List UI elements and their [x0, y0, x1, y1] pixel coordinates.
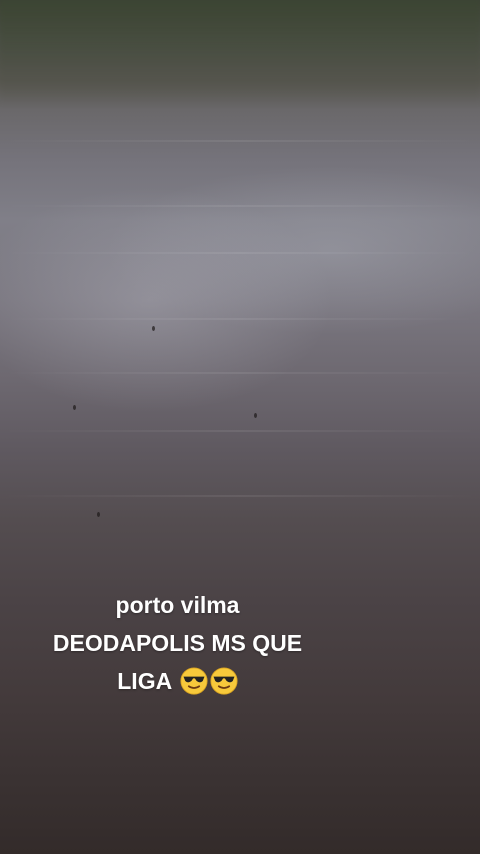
- water-ripple: [0, 318, 480, 320]
- water-ripple: [0, 140, 480, 142]
- caption-line-2: DEODAPOLIS MS QUE: [52, 630, 303, 656]
- caption-line-3-text: LIGA: [117, 668, 172, 694]
- debris-speck: [254, 413, 257, 418]
- water-ripple: [0, 205, 480, 207]
- debris-speck: [73, 405, 76, 410]
- story-photo: porto vilma DEODAPOLIS MS QUE LIGA: [0, 0, 480, 854]
- water-ripple: [0, 252, 480, 254]
- water-ripple: [0, 372, 480, 374]
- caption-line-3: LIGA: [0, 662, 355, 700]
- debris-speck: [152, 326, 155, 331]
- story-caption: porto vilma DEODAPOLIS MS QUE LIGA: [0, 586, 355, 700]
- smiling-face-with-sunglasses-icon: [210, 667, 238, 695]
- riverbank: [0, 0, 480, 105]
- water-ripple: [0, 495, 480, 497]
- caption-line-1: porto vilma: [115, 592, 240, 618]
- debris-speck: [97, 512, 100, 517]
- smiling-face-with-sunglasses-icon: [180, 667, 208, 695]
- water-ripple: [0, 430, 480, 432]
